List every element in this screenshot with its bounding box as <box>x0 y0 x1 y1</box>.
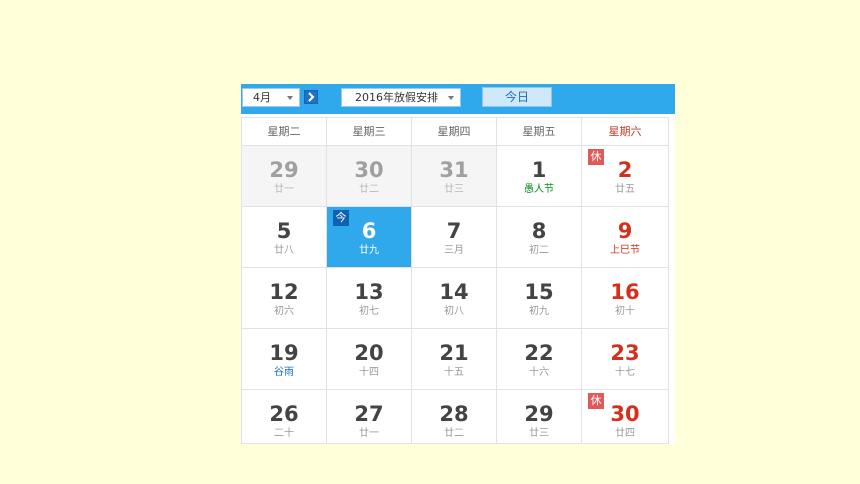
rest-day-badge: 休 <box>588 149 604 165</box>
chevron-down-icon <box>448 96 454 100</box>
day-number: 7 <box>446 219 462 243</box>
day-number: 1 <box>531 158 547 182</box>
day-cell[interactable]: 8 初二 <box>497 207 582 267</box>
day-cell[interactable]: 28 廿二 <box>412 390 497 444</box>
weekday-header: 星期二 星期三 星期四 星期五 星期六 <box>242 118 668 146</box>
day-number: 29 <box>269 158 299 182</box>
weekday-tuesday: 星期二 <box>242 118 327 145</box>
day-number: 20 <box>354 341 384 365</box>
lunar-date: 初九 <box>529 306 549 317</box>
day-number: 27 <box>354 402 384 426</box>
lunar-date: 初二 <box>529 245 549 256</box>
day-cell[interactable]: 19 谷雨 <box>242 329 327 389</box>
weekday-saturday: 星期六 <box>608 125 642 138</box>
lunar-date: 三月 <box>444 245 464 256</box>
day-cell[interactable]: 29 廿三 <box>497 390 582 444</box>
day-cell[interactable]: 5 廿八 <box>242 207 327 267</box>
day-cell[interactable]: 休 2 廿五 <box>582 146 668 206</box>
lunar-date: 初七 <box>359 306 379 317</box>
day-cell[interactable]: 13 初七 <box>327 268 412 328</box>
day-cell[interactable]: 21 十五 <box>412 329 497 389</box>
lunar-date: 廿三 <box>529 428 549 439</box>
lunar-date: 廿二 <box>444 428 464 439</box>
day-cell[interactable]: 12 初六 <box>242 268 327 328</box>
weekday-thursday: 星期四 <box>412 118 497 145</box>
week-row: 19 谷雨 20 十四 21 十五 22 十六 23 十七 <box>242 329 668 390</box>
festival-label: 愚人节 <box>524 184 554 195</box>
lunar-date: 廿八 <box>274 245 294 256</box>
lunar-date: 廿一 <box>274 184 294 195</box>
day-number: 21 <box>439 341 469 365</box>
day-cell[interactable]: 16 初十 <box>582 268 668 328</box>
rest-day-badge: 休 <box>588 393 604 409</box>
day-number: 31 <box>439 158 469 182</box>
day-number: 9 <box>617 219 633 243</box>
lunar-date: 二十 <box>274 428 294 439</box>
lunar-date: 十六 <box>529 367 549 378</box>
lunar-date: 初六 <box>274 306 294 317</box>
day-cell[interactable]: 9 上巳节 <box>582 207 668 267</box>
day-number: 29 <box>524 402 554 426</box>
lunar-date: 廿二 <box>359 184 379 195</box>
weekday-wednesday: 星期三 <box>327 118 412 145</box>
month-select-value: 4月 <box>253 91 271 104</box>
calendar-grid: 星期二 星期三 星期四 星期五 星期六 29 廿一 30 廿二 31 廿三 1 … <box>241 117 669 444</box>
day-number: 22 <box>524 341 554 365</box>
lunar-date: 廿三 <box>444 184 464 195</box>
calendar-widget: 4月 2016年放假安排 今日 星期二 星期三 星期四 星期五 星期六 29 廿… <box>241 84 675 444</box>
weekday-friday: 星期五 <box>497 118 582 145</box>
week-row: 26 二十 27 廿一 28 廿二 29 廿三 休 30 廿四 <box>242 390 668 444</box>
day-cell[interactable]: 29 廿一 <box>242 146 327 206</box>
lunar-date: 廿五 <box>615 184 635 195</box>
lunar-date: 廿一 <box>359 428 379 439</box>
days-grid: 29 廿一 30 廿二 31 廿三 1 愚人节 休 2 廿五 5 廿八 今 6 … <box>242 146 668 444</box>
arrow-right-icon <box>308 92 315 102</box>
solar-term-label: 谷雨 <box>274 367 294 378</box>
lunar-date: 十四 <box>359 367 379 378</box>
day-number: 8 <box>531 219 547 243</box>
holiday-select-value: 2016年放假安排 <box>355 91 438 104</box>
lunar-date: 十五 <box>444 367 464 378</box>
lunar-date: 十七 <box>615 367 635 378</box>
day-cell[interactable]: 1 愚人节 <box>497 146 582 206</box>
lunar-date: 廿九 <box>359 245 379 256</box>
month-select[interactable]: 4月 <box>242 88 300 107</box>
day-cell[interactable]: 20 十四 <box>327 329 412 389</box>
day-cell[interactable]: 7 三月 <box>412 207 497 267</box>
day-number: 5 <box>276 219 292 243</box>
week-row: 5 廿八 今 6 廿九 7 三月 8 初二 9 上巳节 <box>242 207 668 268</box>
day-cell[interactable]: 31 廿三 <box>412 146 497 206</box>
today-badge: 今 <box>333 210 349 226</box>
day-cell[interactable]: 15 初九 <box>497 268 582 328</box>
day-number: 14 <box>439 280 469 304</box>
week-row: 29 廿一 30 廿二 31 廿三 1 愚人节 休 2 廿五 <box>242 146 668 207</box>
day-cell[interactable]: 27 廿一 <box>327 390 412 444</box>
lunar-date: 初八 <box>444 306 464 317</box>
day-cell[interactable]: 30 廿二 <box>327 146 412 206</box>
day-number: 28 <box>439 402 469 426</box>
day-number: 12 <box>269 280 299 304</box>
today-button[interactable]: 今日 <box>482 87 552 107</box>
day-number: 19 <box>269 341 299 365</box>
day-cell[interactable]: 22 十六 <box>497 329 582 389</box>
day-cell[interactable]: 休 30 廿四 <box>582 390 668 444</box>
day-number: 30 <box>354 158 384 182</box>
holiday-schedule-select[interactable]: 2016年放假安排 <box>341 88 461 107</box>
day-number: 13 <box>354 280 384 304</box>
lunar-date: 初十 <box>615 306 635 317</box>
day-cell[interactable]: 26 二十 <box>242 390 327 444</box>
day-cell[interactable]: 23 十七 <box>582 329 668 389</box>
day-number: 16 <box>610 280 640 304</box>
calendar-toolbar: 4月 2016年放假安排 今日 <box>241 84 675 114</box>
day-cell-today[interactable]: 今 6 廿九 <box>327 207 412 267</box>
chevron-down-icon <box>287 96 293 100</box>
day-number: 15 <box>524 280 554 304</box>
lunar-date: 廿四 <box>615 428 635 439</box>
day-cell[interactable]: 14 初八 <box>412 268 497 328</box>
week-row: 12 初六 13 初七 14 初八 15 初九 16 初十 <box>242 268 668 329</box>
day-number: 23 <box>610 341 640 365</box>
next-month-button[interactable] <box>304 90 318 104</box>
festival-label: 上巳节 <box>610 245 640 256</box>
day-number: 26 <box>269 402 299 426</box>
